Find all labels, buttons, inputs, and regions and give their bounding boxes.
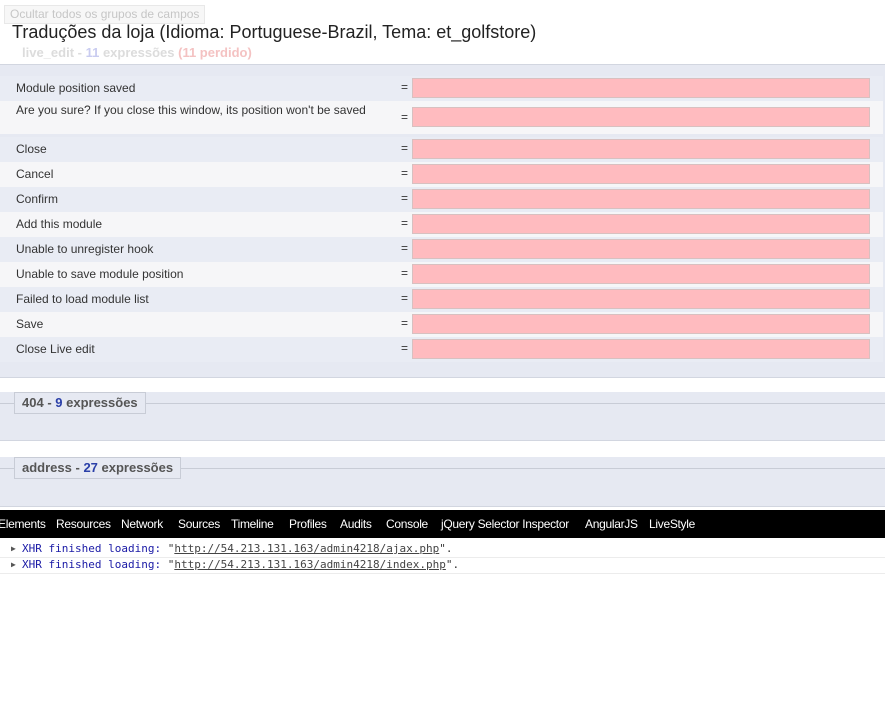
- group-separator: -: [74, 45, 86, 60]
- devtools-tab-livestyle[interactable]: LiveStyle: [649, 517, 695, 531]
- translation-row: Failed to load module list =: [0, 287, 883, 312]
- translation-input[interactable]: [412, 78, 870, 98]
- translation-input[interactable]: [412, 139, 870, 159]
- devtools-tab-resources[interactable]: Resources: [56, 517, 111, 531]
- translation-input[interactable]: [412, 339, 870, 359]
- group-404-fieldset: 404 - 9 expressões: [0, 392, 885, 441]
- group-count: 9: [55, 395, 63, 410]
- translation-row: Cancel =: [0, 162, 883, 187]
- console-url-link[interactable]: http://54.213.131.163/admin4218/ajax.php: [174, 542, 439, 555]
- equals-sign: =: [401, 291, 409, 305]
- translation-source-text: Confirm: [16, 192, 59, 206]
- devtools-tab-angularjs[interactable]: AngularJS: [585, 517, 638, 531]
- translation-row: Unable to unregister hook =: [0, 237, 883, 262]
- console-message-text: XHR finished loading:: [22, 542, 168, 555]
- group-count-word: expressões: [99, 45, 179, 60]
- console-message[interactable]: ▶ XHR finished loading: "http://54.213.1…: [0, 557, 885, 574]
- translation-source-text: Close Live edit: [16, 342, 95, 356]
- devtools-tab-sources[interactable]: Sources: [178, 517, 220, 531]
- group-count-word: expressões: [97, 460, 174, 475]
- devtools-tab-jquery-selector-inspector[interactable]: jQuery Selector Inspector: [441, 517, 569, 531]
- page-title: Traduções da loja (Idioma: Portuguese-Br…: [12, 22, 537, 42]
- translation-source-text: Unable to unregister hook: [16, 242, 154, 256]
- translation-source-text: Add this module: [16, 217, 103, 231]
- translation-row: Close =: [0, 137, 883, 162]
- translation-input[interactable]: [412, 214, 870, 234]
- translation-input[interactable]: [412, 314, 870, 334]
- devtools-tab-network[interactable]: Network: [121, 517, 163, 531]
- translation-source-text: Cancel: [16, 167, 54, 181]
- translation-row: Save =: [0, 312, 883, 337]
- translation-input[interactable]: [412, 189, 870, 209]
- live-edit-translations-fieldset: Module position saved = Are you sure? If…: [0, 64, 885, 378]
- group-lost-count: (11 perdido): [178, 45, 252, 60]
- group-404-legend[interactable]: 404 - 9 expressões: [14, 392, 146, 414]
- devtools-tab-profiles[interactable]: Profiles: [289, 517, 327, 531]
- equals-sign: =: [401, 266, 409, 280]
- group-count: 11: [85, 45, 100, 60]
- group-name: address: [22, 460, 72, 475]
- console-message-text: XHR finished loading:: [22, 558, 168, 571]
- translation-input[interactable]: [412, 107, 870, 127]
- equals-sign: =: [401, 141, 409, 155]
- console-message[interactable]: ▶ XHR finished loading: "http://54.213.1…: [0, 541, 885, 558]
- devtools-tab-elements[interactable]: Elements: [0, 517, 46, 531]
- equals-sign: =: [401, 166, 409, 180]
- console-message-suffix: .: [445, 542, 453, 555]
- translation-input[interactable]: [412, 239, 870, 259]
- group-address-fieldset: address - 27 expressões: [0, 457, 885, 507]
- translation-row: Add this module =: [0, 212, 883, 237]
- translation-row: Are you sure? If you close this window, …: [0, 101, 883, 134]
- devtools-tab-timeline[interactable]: Timeline: [231, 517, 274, 531]
- equals-sign: =: [401, 216, 409, 230]
- translation-source-text: Close: [16, 142, 47, 156]
- group-name: live_edit: [22, 45, 75, 60]
- translation-row: Unable to save module position =: [0, 262, 883, 287]
- expand-triangle-icon[interactable]: ▶: [11, 541, 16, 556]
- translation-input[interactable]: [412, 164, 870, 184]
- console-url-link[interactable]: http://54.213.131.163/admin4218/index.ph…: [174, 558, 446, 571]
- equals-sign: =: [401, 191, 409, 205]
- translation-source-text: Module position saved: [16, 81, 136, 95]
- translation-input[interactable]: [412, 289, 870, 309]
- equals-sign: =: [401, 110, 409, 124]
- devtools-tab-bar: Elements Resources Network Sources Timel…: [0, 510, 885, 538]
- translation-row: Close Live edit =: [0, 337, 883, 362]
- group-name: 404: [22, 395, 44, 410]
- devtools-tab-audits[interactable]: Audits: [340, 517, 372, 531]
- translation-source-text: Unable to save module position: [16, 267, 184, 281]
- translation-row: Module position saved =: [0, 76, 883, 101]
- console-message-suffix: .: [452, 558, 460, 571]
- devtools-tab-console[interactable]: Console: [386, 517, 428, 531]
- group-separator: -: [71, 460, 84, 475]
- translation-source-text: Failed to load module list: [16, 292, 149, 306]
- equals-sign: =: [401, 241, 409, 255]
- translation-source-text: Are you sure? If you close this window, …: [16, 103, 366, 117]
- group-address-legend[interactable]: address - 27 expressões: [14, 457, 182, 479]
- live-edit-group-legend-ghost[interactable]: live_edit - 11 expressões (11 perdido): [22, 45, 252, 60]
- translation-input[interactable]: [412, 264, 870, 284]
- group-separator: -: [43, 395, 56, 410]
- equals-sign: =: [401, 316, 409, 330]
- group-count-word: expressões: [62, 395, 138, 410]
- expand-triangle-icon[interactable]: ▶: [11, 557, 16, 572]
- translation-source-text: Save: [16, 317, 44, 331]
- equals-sign: =: [401, 80, 409, 94]
- equals-sign: =: [401, 341, 409, 355]
- group-count: 27: [83, 460, 98, 475]
- translation-row: Confirm =: [0, 187, 883, 212]
